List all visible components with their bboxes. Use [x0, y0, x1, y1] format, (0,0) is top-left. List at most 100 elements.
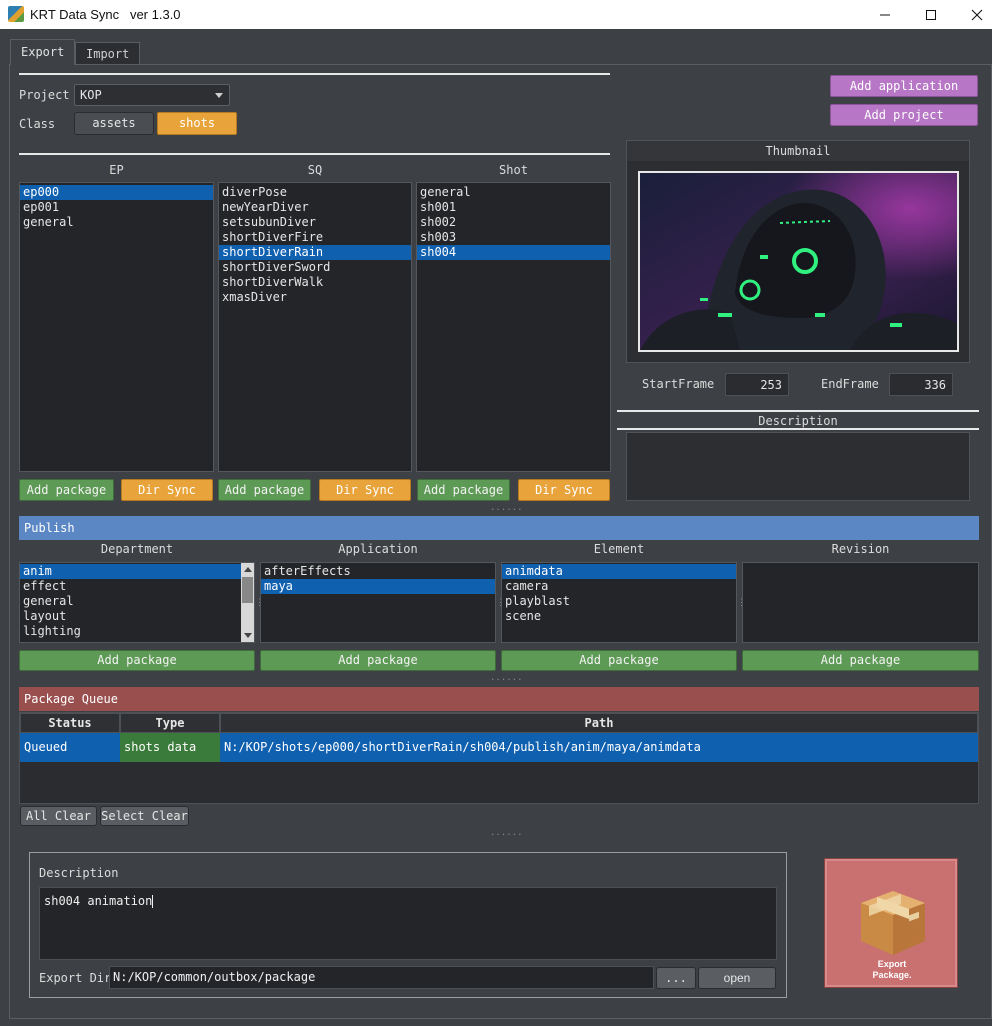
list-item[interactable]: sh003	[417, 230, 610, 245]
list-item[interactable]: camera	[502, 579, 736, 594]
list-item[interactable]: ep000	[20, 185, 213, 200]
export-package-button[interactable]: Export Package.	[824, 858, 958, 988]
list-item[interactable]: xmasDiver	[219, 290, 411, 305]
list-item[interactable]: shortDiverSword	[219, 260, 411, 275]
project-select[interactable]: KOP	[74, 84, 230, 106]
minimize-button[interactable]	[862, 0, 908, 29]
export-description-value: sh004 animation	[44, 894, 153, 908]
list-item[interactable]: shortDiverWalk	[219, 275, 411, 290]
table-row[interactable]: Queued shots data N:/KOP/shots/ep000/sho…	[20, 733, 978, 762]
thumbnail-picture-icon	[640, 173, 957, 350]
all-clear-button[interactable]: All Clear	[20, 806, 97, 826]
list-item[interactable]: general	[20, 215, 213, 230]
description-header: Description	[758, 414, 838, 428]
list-item[interactable]: general	[417, 185, 610, 200]
element-add-package-button[interactable]: Add package	[501, 650, 737, 671]
browse-button[interactable]: ...	[656, 967, 696, 989]
tab-import[interactable]: Import	[75, 42, 141, 64]
add-project-button[interactable]: Add project	[830, 104, 978, 126]
splitter-handle[interactable]: ......	[490, 673, 523, 683]
list-item[interactable]: general	[20, 594, 241, 609]
list-item[interactable]: newYearDiver	[219, 200, 411, 215]
splitter-handle[interactable]: ......	[490, 503, 523, 513]
scroll-thumb[interactable]	[242, 577, 253, 603]
list-item[interactable]: sh004	[417, 245, 610, 260]
list-item[interactable]: lighting	[20, 624, 241, 639]
maximize-button[interactable]	[908, 0, 954, 29]
open-button[interactable]: open	[698, 967, 776, 989]
scroll-up-icon[interactable]	[244, 567, 252, 572]
ep-dir-sync-button[interactable]: Dir Sync	[121, 479, 213, 501]
element-list[interactable]: animdata camera playblast scene	[501, 562, 737, 643]
list-item[interactable]: maya	[261, 579, 495, 594]
divider	[19, 73, 610, 75]
list-item[interactable]: animdata	[502, 564, 736, 579]
sq-list[interactable]: diverPose newYearDiver setsubunDiver sho…	[218, 182, 412, 472]
list-item[interactable]: setsubunDiver	[219, 215, 411, 230]
select-clear-button[interactable]: Select Clear	[100, 806, 189, 826]
list-item[interactable]: sh001	[417, 200, 610, 215]
package-queue-header: Package Queue	[19, 687, 979, 711]
close-button[interactable]	[954, 0, 992, 29]
start-frame-field[interactable]: 253	[725, 373, 789, 396]
minimize-icon	[880, 14, 890, 15]
list-item[interactable]: ep001	[20, 200, 213, 215]
status-cell: Queued	[20, 733, 120, 762]
ep-list[interactable]: ep000 ep001 general	[19, 182, 214, 472]
revision-list[interactable]	[742, 562, 979, 643]
sq-add-package-button[interactable]: Add package	[218, 479, 311, 501]
thumbnail-header: Thumbnail	[627, 141, 969, 161]
export-dir-input[interactable]: N:/KOP/common/outbox/package	[109, 966, 654, 989]
publish-header: Publish	[19, 516, 979, 540]
application-header: Application	[338, 542, 418, 556]
thumbnail-image	[638, 171, 959, 352]
scroll-down-icon[interactable]	[244, 633, 252, 638]
end-frame-field[interactable]: 336	[889, 373, 953, 396]
tab-export[interactable]: Export	[10, 39, 76, 65]
maximize-icon	[926, 9, 936, 20]
type-column-header[interactable]: Type	[120, 713, 220, 733]
list-item[interactable]: shortDiverRain	[219, 245, 411, 260]
shot-add-package-button[interactable]: Add package	[417, 479, 510, 501]
project-value: KOP	[80, 88, 102, 102]
list-item[interactable]: anim	[20, 564, 241, 579]
class-shots-button[interactable]: shots	[157, 112, 237, 135]
sq-dir-sync-button[interactable]: Dir Sync	[319, 479, 411, 501]
add-application-button[interactable]: Add application	[830, 75, 978, 97]
status-column-header[interactable]: Status	[20, 713, 120, 733]
description-box	[626, 432, 970, 501]
end-frame-label: EndFrame	[821, 377, 879, 391]
department-add-package-button[interactable]: Add package	[19, 650, 255, 671]
list-item[interactable]: sh002	[417, 215, 610, 230]
department-list[interactable]: anim effect general layout lighting	[19, 562, 255, 643]
path-cell: N:/KOP/shots/ep000/shortDiverRain/sh004/…	[220, 733, 978, 762]
list-item[interactable]: playblast	[502, 594, 736, 609]
shot-dir-sync-button[interactable]: Dir Sync	[518, 479, 610, 501]
list-item[interactable]: effect	[20, 579, 241, 594]
department-scrollbar[interactable]	[241, 563, 254, 642]
export-description-input[interactable]: sh004 animation	[39, 887, 777, 960]
queue-table[interactable]: Status Type Path Queued shots data N:/KO…	[19, 712, 979, 804]
text-cursor	[152, 895, 154, 908]
ep-add-package-button[interactable]: Add package	[19, 479, 114, 501]
class-assets-button[interactable]: assets	[74, 112, 154, 135]
path-column-header[interactable]: Path	[220, 713, 978, 733]
revision-add-package-button[interactable]: Add package	[742, 650, 979, 671]
divider	[617, 410, 979, 412]
divider	[19, 153, 610, 155]
shot-list[interactable]: general sh001 sh002 sh003 sh004	[416, 182, 611, 472]
title-bar: KRT Data Sync ver 1.3.0	[0, 0, 992, 29]
list-item[interactable]: scene	[502, 609, 736, 624]
list-item[interactable]: diverPose	[219, 185, 411, 200]
list-item[interactable]: shortDiverFire	[219, 230, 411, 245]
splitter-handle[interactable]: ......	[490, 828, 523, 838]
list-item[interactable]: layout	[20, 609, 241, 624]
export-description-label: Description	[39, 866, 119, 880]
application-add-package-button[interactable]: Add package	[260, 650, 496, 671]
list-item[interactable]: afterEffects	[261, 564, 495, 579]
close-icon	[971, 9, 983, 20]
element-header: Element	[593, 542, 645, 556]
export-package-label-line1: Export	[877, 959, 907, 969]
application-list[interactable]: afterEffects maya	[260, 562, 496, 643]
app-logo-icon	[8, 6, 24, 22]
